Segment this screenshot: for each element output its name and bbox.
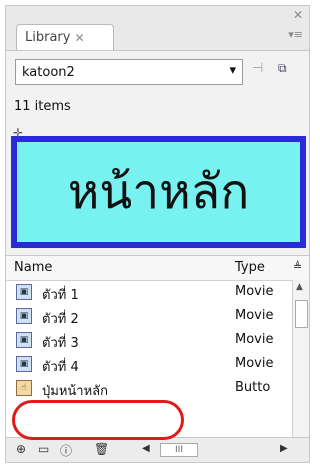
item-name: ตัวที่ 1 <box>42 288 79 303</box>
item-count: 11 items <box>14 99 71 114</box>
item-type: Movie <box>235 308 274 323</box>
sort-toggle-icon[interactable]: ≜ <box>293 260 302 273</box>
movieclip-icon: ▣ <box>16 308 32 324</box>
item-type: Movie <box>235 356 274 371</box>
library-list: Name Type ≜ ▣ ตัวที่ 1 Movie ▣ ตัวที่ 2 … <box>6 255 309 456</box>
pin-library-icon[interactable]: ⊣ <box>252 61 268 79</box>
new-library-panel-icon[interactable]: ⧉ <box>278 61 296 77</box>
list-item[interactable]: ▣ ตัวที่ 2 Movie <box>6 306 293 328</box>
list-item[interactable]: ☝ ปุ่มหน้าหลัก Butto <box>6 378 293 400</box>
list-item[interactable]: ▣ ตัวที่ 4 Movie <box>6 354 293 376</box>
panel-tabbar: Library ✕ ✕ ▾≡ <box>6 6 309 50</box>
registration-point-icon: ✛ <box>13 126 24 140</box>
library-select-value: katoon2 <box>22 64 75 80</box>
new-symbol-icon[interactable]: ⊕ <box>16 442 26 456</box>
library-panel: Library ✕ ✕ ▾≡ katoon2 ▾ ⊣ ⧉ 11 items ✛ … <box>5 5 310 463</box>
delete-icon[interactable]: 🗑 <box>94 442 109 456</box>
tab-library[interactable]: Library ✕ <box>16 24 114 50</box>
item-name: ปุ่มหน้าหลัก <box>42 384 108 399</box>
item-name: ตัวที่ 2 <box>42 312 79 327</box>
preview-text: หน้าหลัก <box>67 164 250 220</box>
column-name[interactable]: Name <box>14 260 52 275</box>
scroll-up-icon[interactable]: ▲ <box>296 282 303 292</box>
item-type: Movie <box>235 284 274 299</box>
scroll-left-icon[interactable]: ◀ <box>142 443 150 454</box>
horizontal-scrollbar[interactable]: ◀ III ▶ <box>142 443 292 457</box>
scroll-right-icon[interactable]: ▶ <box>280 443 288 454</box>
close-tab-icon[interactable]: ✕ <box>74 31 84 45</box>
item-name: ตัวที่ 3 <box>42 336 79 351</box>
column-type[interactable]: Type <box>235 260 265 275</box>
list-item[interactable]: ▣ ตัวที่ 1 Movie <box>6 282 293 304</box>
movieclip-icon: ▣ <box>16 356 32 372</box>
list-header: Name Type ≜ <box>6 256 309 281</box>
symbol-preview: ✛ หน้าหลัก <box>11 126 306 248</box>
hscroll-thumb[interactable]: III <box>160 443 198 457</box>
scroll-thumb[interactable] <box>295 300 308 328</box>
movieclip-icon: ▣ <box>16 284 32 300</box>
close-panel-icon[interactable]: ✕ <box>293 8 303 22</box>
properties-icon[interactable]: ⓘ <box>60 442 72 459</box>
panel-menu-icon[interactable]: ▾≡ <box>288 28 303 41</box>
chevron-down-icon[interactable]: ▾ <box>229 63 236 78</box>
new-folder-icon[interactable]: ▭ <box>38 442 49 456</box>
list-item[interactable]: ▣ ตัวที่ 3 Movie <box>6 330 293 352</box>
item-type: Movie <box>235 332 274 347</box>
item-type: Butto <box>235 380 271 395</box>
item-name: ตัวที่ 4 <box>42 360 79 375</box>
tab-title: Library <box>25 30 71 45</box>
vertical-scrollbar[interactable]: ▲ ▼ <box>292 280 309 456</box>
library-toolbar: ⊕ ▭ ⓘ 🗑 ◀ III ▶ <box>6 437 309 462</box>
button-symbol-icon: ☝ <box>16 380 32 396</box>
movieclip-icon: ▣ <box>16 332 32 348</box>
library-content: katoon2 ▾ ⊣ ⧉ 11 items ✛ หน้าหลัก Name T… <box>6 50 309 462</box>
library-select[interactable]: katoon2 ▾ <box>15 59 243 85</box>
